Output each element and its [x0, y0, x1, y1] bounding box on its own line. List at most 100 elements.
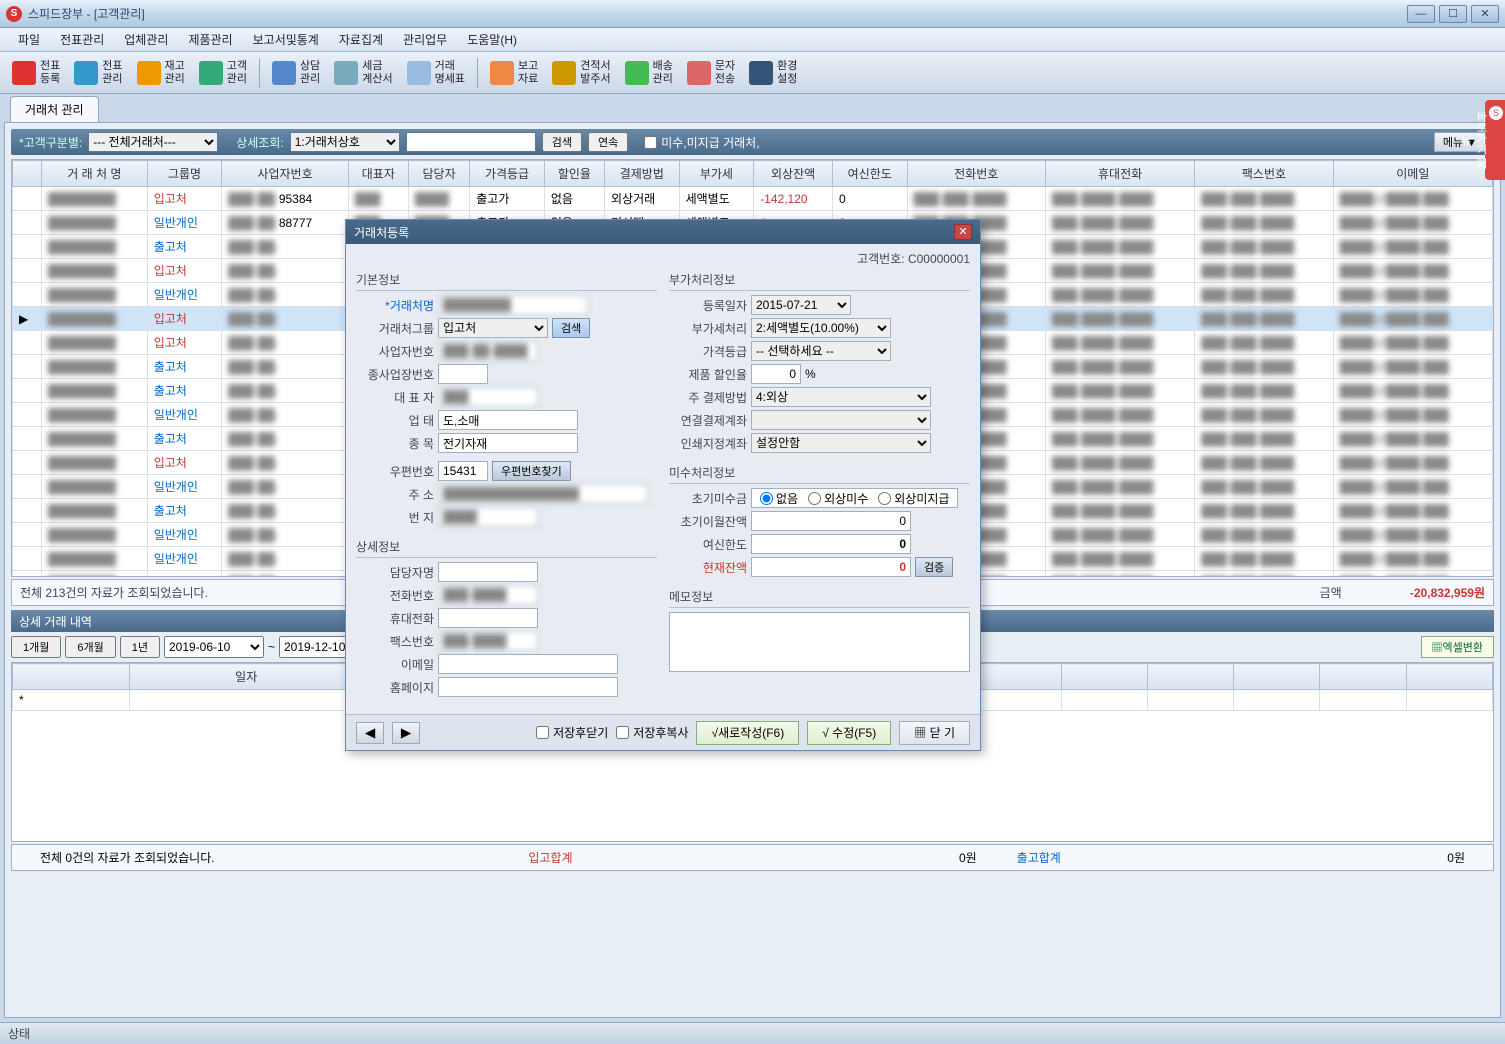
menu-파일[interactable]: 파일 — [8, 31, 50, 48]
menu-자료집계[interactable]: 자료집계 — [329, 31, 393, 48]
vatproc-select[interactable]: 2:세액별도(10.00%) — [751, 318, 891, 338]
range-1m[interactable]: 1개월 — [11, 636, 61, 658]
col-header[interactable] — [13, 161, 42, 187]
toolbar-icon — [749, 61, 773, 85]
paymain-select[interactable]: 4:외상 — [751, 387, 931, 407]
linkacct-select[interactable] — [751, 410, 931, 430]
group-search-button[interactable]: 검색 — [552, 318, 590, 338]
class-select[interactable]: --- 전체거래처--- — [88, 132, 218, 152]
close-button[interactable]: ✕ — [1471, 5, 1499, 23]
col-header[interactable]: 그룹명 — [147, 161, 222, 187]
unpaid-checkbox[interactable] — [644, 136, 657, 149]
search-input[interactable] — [406, 132, 536, 152]
window-controls: — ☐ ✕ — [1407, 5, 1499, 23]
toolbar-세금계산서[interactable]: 세금계산서 — [328, 58, 398, 86]
edit-button[interactable]: √ 수정(F5) — [807, 721, 891, 745]
continue-button[interactable]: 연속 — [588, 132, 628, 152]
toolbar-재고관리[interactable]: 재고관리 — [131, 58, 191, 86]
address2-input[interactable] — [438, 507, 538, 527]
creditlim-input[interactable] — [751, 534, 911, 554]
col-header[interactable]: 가격등급 — [470, 161, 545, 187]
zip-search-button[interactable]: 우편번호찾기 — [492, 461, 571, 481]
col-header[interactable]: 전화번호 — [907, 161, 1045, 187]
toolbar-문자전송[interactable]: 문자전송 — [681, 58, 741, 86]
toolbar-배송관리[interactable]: 배송관리 — [619, 58, 679, 86]
new-button[interactable]: √새로작성(F6) — [696, 721, 799, 745]
ceo-input[interactable] — [438, 387, 538, 407]
contact-input[interactable] — [438, 562, 538, 582]
col-header[interactable]: 외상잔액 — [754, 161, 833, 187]
col-header[interactable]: 거 래 처 명 — [42, 161, 148, 187]
verify-button[interactable]: 검증 — [915, 557, 953, 577]
dialog-close-button[interactable]: ✕ — [954, 224, 972, 240]
unpaid-filter[interactable]: 미수,미지급 거래처, — [644, 134, 759, 151]
bizno-input[interactable] — [438, 341, 538, 361]
toolbar-거래명세표[interactable]: 거래명세표 — [401, 58, 471, 86]
col-header[interactable]: 팩스번호 — [1195, 161, 1333, 187]
toolbar-고객관리[interactable]: 고객관리 — [193, 58, 253, 86]
fax-input[interactable] — [438, 631, 538, 651]
unpaid-info-section: 미수처리정보 초기미수금 없음 외상미수 외상미지급 초기이월잔액 여신한도 현… — [669, 464, 970, 580]
menu-업체관리[interactable]: 업체관리 — [114, 31, 178, 48]
toolbar-전표등록[interactable]: 전표등록 — [6, 58, 66, 86]
range-6m[interactable]: 6개월 — [65, 636, 115, 658]
radio-none[interactable] — [760, 492, 773, 505]
toolbar-환경설정[interactable]: 환경설정 — [743, 58, 803, 86]
radio-pay[interactable] — [878, 492, 891, 505]
detail-label: 상세조회: — [236, 134, 284, 151]
minimize-button[interactable]: — — [1407, 5, 1435, 23]
search-button[interactable]: 검색 — [542, 132, 582, 152]
address-input[interactable] — [438, 484, 648, 504]
toolbar-견적서발주서[interactable]: 견적서발주서 — [546, 58, 616, 86]
menu-전표관리[interactable]: 전표관리 — [50, 31, 114, 48]
excel-export-button[interactable]: ▦엑셀변환 — [1421, 636, 1494, 658]
col-header[interactable]: 휴대전화 — [1045, 161, 1194, 187]
range-1y[interactable]: 1년 — [120, 636, 160, 658]
toolbar-icon — [12, 61, 36, 85]
radio-recv[interactable] — [808, 492, 821, 505]
regdate-select[interactable]: 2015-07-21 — [751, 295, 851, 315]
col-header[interactable]: 할인율 — [544, 161, 604, 187]
toolbar-상담관리[interactable]: 상담관리 — [266, 58, 326, 86]
memo-input[interactable] — [669, 612, 970, 672]
table-row[interactable]: ████████입고처███-██-95384███████출고가없음외상거래세… — [13, 187, 1493, 211]
maximize-button[interactable]: ☐ — [1439, 5, 1467, 23]
group-select[interactable]: 입고처 — [438, 318, 548, 338]
email-input[interactable] — [438, 654, 618, 674]
initcarry-input[interactable] — [751, 511, 911, 531]
save-copy-checkbox[interactable] — [616, 726, 629, 739]
homepage-input[interactable] — [438, 677, 618, 697]
biztype-input[interactable] — [438, 410, 578, 430]
tab-strip: 거래처 관리 — [10, 98, 1501, 122]
col-header[interactable]: 담당자 — [408, 161, 469, 187]
date-from[interactable]: 2019-06-10 — [164, 636, 264, 658]
tel-input[interactable] — [438, 585, 538, 605]
side-shortcut-handle[interactable]: S 바로가기 메뉴 — [1485, 100, 1505, 180]
zip-input[interactable] — [438, 461, 488, 481]
dialog-close-btn[interactable]: ▦ 닫 기 — [899, 721, 970, 745]
printacct-select[interactable]: 설정안함 — [751, 433, 931, 453]
col-header[interactable]: 사업자번호 — [222, 161, 348, 187]
toolbar-separator — [259, 58, 260, 88]
menu-제품관리[interactable]: 제품관리 — [178, 31, 242, 48]
detail-select[interactable]: 1:거래처상호 — [290, 132, 400, 152]
bizitem-input[interactable] — [438, 433, 578, 453]
col-header[interactable]: 여신한도 — [832, 161, 907, 187]
customer-name-input[interactable] — [438, 295, 588, 315]
menu-도움말(H)[interactable]: 도움말(H) — [457, 31, 527, 48]
col-header[interactable]: 대표자 — [348, 161, 408, 187]
discount-input[interactable] — [751, 364, 801, 384]
pricegrade-select[interactable]: -- 선택하세요 -- — [751, 341, 891, 361]
menu-보고서및통계[interactable]: 보고서및통계 — [243, 31, 329, 48]
toolbar-보고자료[interactable]: 보고자료 — [484, 58, 544, 86]
prev-button[interactable]: ◀ — [356, 722, 384, 744]
toolbar-전표관리[interactable]: 전표관리 — [68, 58, 128, 86]
subbiz-input[interactable] — [438, 364, 488, 384]
menu-관리업무[interactable]: 관리업무 — [393, 31, 457, 48]
next-button[interactable]: ▶ — [392, 722, 420, 744]
col-header[interactable]: 결제방법 — [605, 161, 680, 187]
tab-customer-mgmt[interactable]: 거래처 관리 — [10, 96, 99, 122]
save-close-checkbox[interactable] — [536, 726, 549, 739]
mobile-input[interactable] — [438, 608, 538, 628]
col-header[interactable]: 부가세 — [679, 161, 754, 187]
